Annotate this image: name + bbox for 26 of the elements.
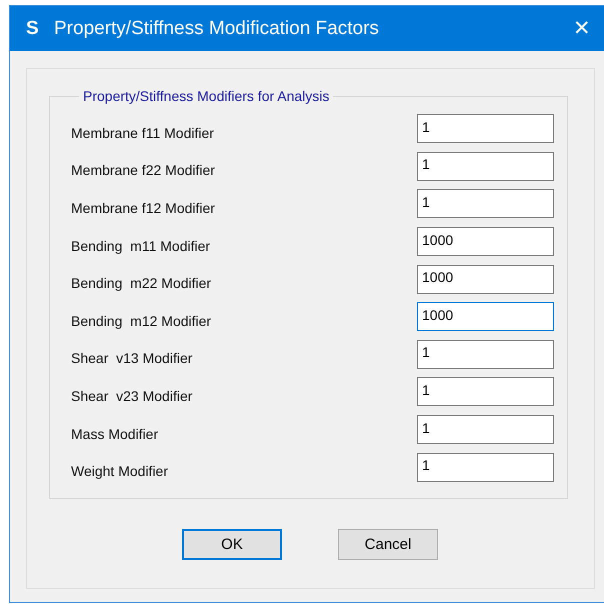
close-button[interactable]: ✕ (562, 8, 602, 48)
input-field[interactable]: 1 (417, 452, 554, 482)
field-label: Shear v13 Modifier (71, 350, 192, 366)
field-label: Membrane f22 Modifier (71, 162, 215, 178)
input-field[interactable]: 1 (417, 340, 554, 369)
field-label: Bending m22 Modifier (71, 275, 212, 292)
input-field[interactable]: 1000 (417, 302, 554, 332)
field-label: Membrane f11 Modifier (71, 124, 214, 141)
window-title: Property/Stiffness Modification Factors (54, 18, 380, 40)
input-field[interactable]: 1 (417, 377, 554, 406)
group-title: Property/Stiffness Modifiers for Analysis (82, 88, 330, 104)
field-label: Shear v23 Modifier (71, 388, 192, 404)
field-label: Bending m11 Modifier (71, 238, 210, 254)
input-field[interactable]: 1000 (417, 264, 554, 294)
app-icon: S (26, 18, 46, 40)
field-label: Mass Modifier (71, 426, 158, 442)
input-field[interactable]: 1 (417, 114, 554, 144)
input-field[interactable]: 1 (417, 152, 554, 181)
input-field[interactable]: 1000 (417, 227, 554, 256)
ok-button[interactable]: OK (182, 529, 282, 560)
input-field[interactable]: 1 (417, 415, 554, 444)
field-label: Membrane f12 Modifier (71, 200, 215, 216)
field-label: Bending m12 Modifier (71, 312, 212, 329)
cancel-button[interactable]: Cancel (338, 529, 438, 560)
input-field[interactable]: 1 (417, 189, 554, 218)
field-label: Weight Modifier (71, 463, 168, 480)
